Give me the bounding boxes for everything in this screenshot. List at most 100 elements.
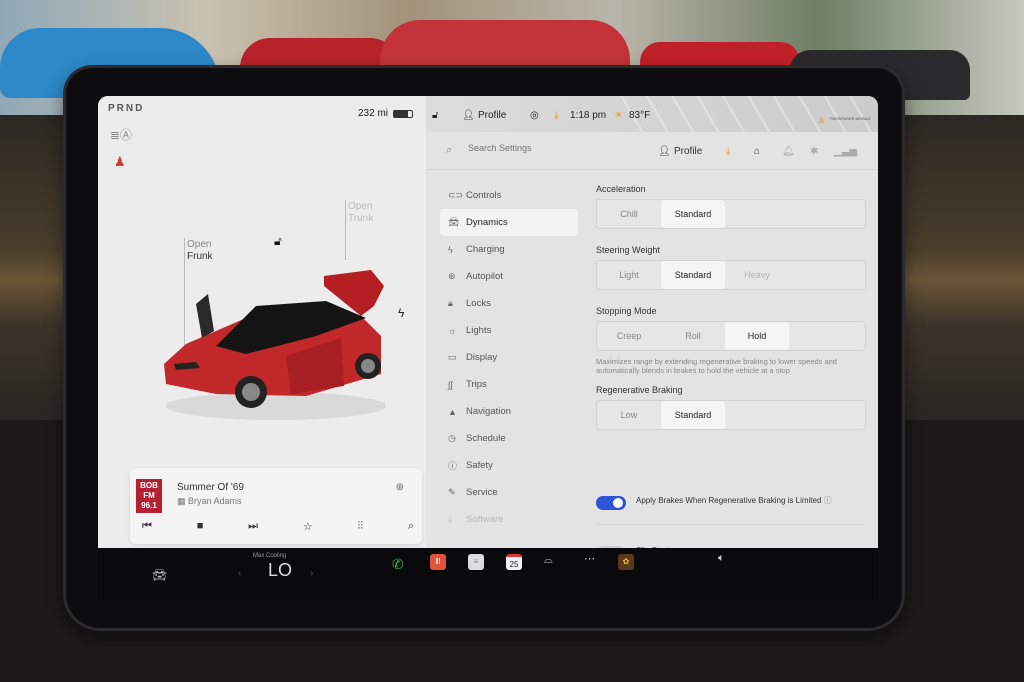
nav-item-navigation[interactable]: ▲ Navigation [440,398,578,425]
lock-icon: 🔒︎ [448,298,453,308]
favorite-icon[interactable]: ☆ [303,520,313,533]
climate-mode-label: Max Cooling [253,553,287,559]
audio-app-icon[interactable]: ǁǀ [430,554,446,570]
info-icon[interactable]: ⓘ [824,496,832,505]
auto-headlights-icon: ≣Ⓐ [110,128,133,142]
nav-item-label: Navigation [466,406,511,417]
equalizer-icon[interactable]: ⫶⫶ [358,520,364,533]
artist-name: ▦ Bryan Adams [177,496,242,507]
media-source-icon[interactable]: ⊕ [396,482,404,493]
bell-icon[interactable]: 🔔︎ [782,146,795,157]
nav-item-display[interactable]: ▭ Display [440,344,578,371]
download-icon[interactable]: ⤓ [554,110,558,121]
divider [596,524,866,525]
previous-icon[interactable]: ⏮︎ [142,520,152,533]
option-heavy[interactable]: Heavy [725,261,789,289]
calendar-app-icon[interactable]: 25 [506,554,522,570]
media-controls: ⏮︎ ■ ⏭︎ ☆ ⫶⫶ ⌕ [142,520,414,533]
seatbelt-warning-icon: ♟ [114,154,126,169]
nav-item-label: Service [466,487,498,498]
option-light[interactable]: Light [597,261,661,289]
nav-item-charging[interactable]: ϟ Charging [440,236,578,263]
open-trunk-button[interactable]: Open Trunk [348,201,373,225]
option-hold[interactable]: Hold [725,322,789,350]
sentry-icon[interactable]: ◎ [530,110,539,121]
gear-selector: PRND [108,103,145,114]
acceleration-selector: Chill Standard [596,199,866,229]
toggle-icon: ⊂⊃ [448,190,464,200]
nav-item-label: Schedule [466,433,506,444]
navigation-icon: ▲ [448,406,457,417]
station-logo-line: FM [143,491,155,500]
nav-item-label: Autopilot [466,271,503,282]
map-background [618,96,878,132]
light-icon: ☼ [448,325,457,336]
more-apps-icon[interactable]: ⋯ [584,552,595,565]
stopping-mode-title: Stopping Mode [596,306,657,316]
nav-item-dynamics[interactable]: 🚘︎ Dynamics [440,209,578,236]
option-standard[interactable]: Standard [661,261,725,289]
wiper-icon[interactable]: ⌓ [544,554,553,567]
nav-item-safety[interactable]: ⓘ Safety [440,452,578,479]
apply-brakes-text: Apply Brakes When Regenerative Braking i… [636,496,822,505]
open-trunk-label-1: Open [348,201,373,212]
trips-icon: ∫∫ [448,379,453,390]
search-settings-input[interactable] [468,143,618,153]
notes-app-icon[interactable]: ≡ [468,554,484,570]
unlock-icon[interactable]: 🔓︎ [432,110,438,121]
car-icon[interactable]: 🚘︎ [152,568,167,582]
dynamics-panel: Acceleration Chill Standard Steering Weig… [596,184,866,446]
option-chill[interactable]: Chill [597,200,661,228]
settings-panel: ⌕ 👤︎ Profile ⤓ ⌂ 🔔︎ ✱ ▁▃▅ ⊂⊃Controls 🚘︎ Dy… [426,132,878,584]
song-title: Summer Of '69 [177,482,244,493]
charge-port-icon[interactable]: ϟ [398,306,404,320]
nav-item-locks[interactable]: 🔒︎ Locks [440,290,578,317]
homelink-icon[interactable]: ⌂ [754,146,760,157]
nav-item-service[interactable]: ✎ Service [440,479,578,506]
clock-icon: ◷ [448,433,456,443]
profile-icon[interactable]: 👤︎ [462,110,475,121]
profile-icon[interactable]: 👤︎ [658,146,671,157]
car-icon: 🚘︎ [448,217,460,227]
search-icon: ⌕ [446,144,453,156]
apply-brakes-toggle[interactable] [596,496,626,510]
temp-down-icon[interactable]: ‹ [238,568,241,579]
nav-item-autopilot[interactable]: ⊛ Autopilot [440,263,578,290]
option-standard[interactable]: Standard [661,401,725,429]
option-roll[interactable]: Roll [661,322,725,350]
temp-up-icon[interactable]: › [310,568,313,579]
option-low[interactable]: Low [597,401,661,429]
option-standard[interactable]: Standard [661,200,725,228]
lte-signal-icon: ▁▃▅ [834,146,858,157]
search-icon[interactable]: ⌕ [408,520,414,533]
bluetooth-icon[interactable]: ✱ [810,146,818,157]
radio-icon: ▦ [177,496,189,506]
volume-icon[interactable]: 🔈︎ [718,552,725,565]
nav-item-lights[interactable]: ☼ Lights [440,317,578,344]
next-icon[interactable]: ⏭︎ [248,520,258,533]
settings-header: ⌕ 👤︎ Profile ⤓ ⌂ 🔔︎ ✱ ▁▃▅ [426,132,878,170]
apply-brakes-label: Apply Brakes When Regenerative Braking i… [636,496,836,506]
stop-icon[interactable]: ■ [197,520,204,533]
profile-button[interactable]: Profile [674,146,702,157]
battery-icon [393,110,413,118]
phone-icon[interactable]: ✆ [392,556,404,573]
media-player: BOB FM 96.1 Summer Of '69 ▦ Bryan Adams … [130,468,422,544]
nav-item-software[interactable]: ⤓ Software [440,506,578,533]
download-icon[interactable]: ⤓ [726,146,730,157]
passenger-airbag-status: PASSENGER AIRBAG [830,116,871,121]
car-panel: PRND 232 mi ≣Ⓐ ♟ Open Frunk Open Trunk 🔓… [98,96,426,555]
wrench-icon: ✎ [448,487,456,497]
toybox-app-icon[interactable]: ✿ [618,554,634,570]
nav-item-trips[interactable]: ∫∫ Trips [440,371,578,398]
option-creep[interactable]: Creep [597,322,661,350]
artist-label: Bryan Adams [188,496,242,506]
nav-item-label: Lights [466,325,492,336]
climate-temperature[interactable]: LO [268,560,292,581]
nav-item-controls[interactable]: ⊂⊃ Controls [440,182,578,209]
nav-item-schedule[interactable]: ◷ Schedule [440,425,578,452]
profile-button[interactable]: Profile [478,110,506,121]
passenger-airbag-icon: ♙ [818,116,826,125]
download-icon: ⤓ [448,514,452,524]
nav-item-label: Controls [466,190,502,201]
